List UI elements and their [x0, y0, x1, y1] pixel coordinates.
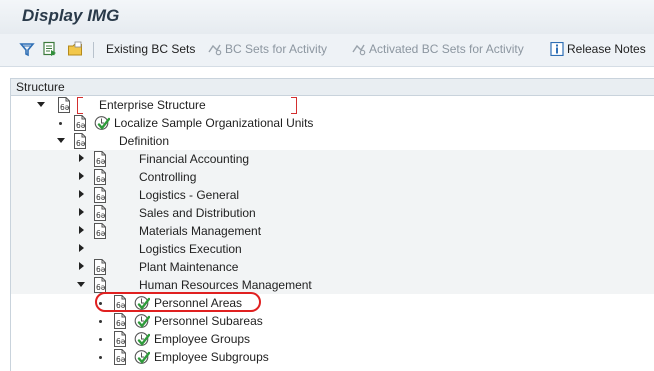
expand-node-icon[interactable]: [77, 154, 85, 162]
focus-bracket-left: [77, 97, 83, 114]
tree-node[interactable]: 6ə Plant Maintenance: [11, 258, 654, 276]
tree-node[interactable]: 6ə Localize Sample Organizational Units: [11, 114, 654, 132]
tree-node-label: Localize Sample Organizational Units: [114, 116, 314, 130]
leaf-bullet: [59, 122, 62, 125]
release-notes-label: Release Notes: [567, 42, 646, 56]
collapse-node-icon[interactable]: [37, 100, 45, 108]
documentation-icon[interactable]: 6ə: [73, 115, 87, 131]
svg-text:6ə: 6ə: [96, 193, 106, 202]
svg-text:6ə: 6ə: [96, 211, 106, 220]
svg-text:6ə: 6ə: [116, 355, 126, 364]
svg-text:6ə: 6ə: [76, 139, 86, 148]
expand-node-icon[interactable]: [77, 244, 85, 252]
tree-node-label: Plant Maintenance: [139, 260, 239, 274]
svg-text:6ə: 6ə: [96, 157, 106, 166]
documentation-icon[interactable]: 6ə: [93, 205, 107, 221]
svg-text:6ə: 6ə: [96, 175, 106, 184]
tree-node[interactable]: 6ə Employee Subgroups: [11, 348, 654, 366]
tree-node-label: Sales and Distribution: [139, 206, 256, 220]
tree-node-label: Enterprise Structure: [99, 98, 206, 112]
documentation-icon[interactable]: 6ə: [93, 187, 107, 203]
info-icon: [550, 42, 564, 56]
folder-icon[interactable]: [67, 41, 83, 57]
svg-text:6ə: 6ə: [76, 121, 86, 130]
structure-header: Structure: [11, 79, 654, 96]
execute-clock-check-icon[interactable]: [134, 349, 150, 365]
focus-bracket-right: [291, 97, 297, 114]
tree-node-label: Employee Groups: [154, 332, 251, 346]
tree-node-label: Materials Management: [139, 224, 262, 238]
bc-set-icon: [208, 44, 222, 56]
expand-node-icon[interactable]: [77, 262, 85, 270]
leaf-bullet: [99, 338, 102, 341]
activated-bc-sets-for-activity-label: Activated BC Sets for Activity: [369, 42, 524, 56]
leaf-bullet: [99, 356, 102, 359]
expand-node-icon[interactable]: [77, 190, 85, 198]
existing-bc-sets-label: Existing BC Sets: [106, 42, 196, 56]
tree-node[interactable]: 6ə Personnel Subareas: [11, 312, 654, 330]
documentation-icon[interactable]: 6ə: [57, 97, 71, 113]
tree-node[interactable]: 6ə Sales and Distribution: [11, 204, 654, 222]
execute-clock-check-icon[interactable]: [94, 115, 110, 131]
tree-node[interactable]: 6ə Controlling: [11, 168, 654, 186]
window-title: Display IMG: [22, 6, 120, 25]
tree-node-label: Personnel Subareas: [154, 314, 263, 328]
bc-sets-for-activity-label: BC Sets for Activity: [225, 42, 328, 56]
highlight-ring: [95, 292, 261, 312]
documentation-icon[interactable]: 6ə: [93, 277, 107, 293]
tree-node[interactable]: 6ə Financial Accounting: [11, 150, 654, 168]
toolbar-separator: [93, 42, 94, 58]
execute-clock-check-icon[interactable]: [134, 331, 150, 347]
expand-node-icon[interactable]: [77, 208, 85, 216]
tree-node[interactable]: 6ə Employee Groups: [11, 330, 654, 348]
svg-text:6ə: 6ə: [60, 103, 70, 112]
expand-node-icon[interactable]: [77, 172, 85, 180]
application-toolbar: Existing BC Sets BC Sets for Activity Ac…: [0, 34, 654, 67]
title-bar: Display IMG: [0, 0, 654, 34]
documentation-icon[interactable]: 6ə: [93, 151, 107, 167]
svg-text:6ə: 6ə: [96, 283, 106, 292]
leaf-bullet: [99, 320, 102, 323]
activated-bc-sets-for-activity-button[interactable]: Activated BC Sets for Activity: [351, 42, 524, 56]
tree-node[interactable]: 6ə Materials Management: [11, 222, 654, 240]
svg-text:6ə: 6ə: [96, 265, 106, 274]
structure-tree-panel: Structure 6ə Enterprise Structure 6ə Locali…: [10, 78, 654, 371]
documentation-icon[interactable]: 6ə: [93, 169, 107, 185]
tree-node-label: Controlling: [139, 170, 197, 184]
bc-sets-for-activity-button[interactable]: BC Sets for Activity: [207, 42, 327, 56]
tree-node[interactable]: 6ə Enterprise Structure: [11, 96, 654, 114]
tree-node-label: Human Resources Management: [139, 278, 312, 292]
expand-node-icon[interactable]: [77, 226, 85, 234]
svg-text:6ə: 6ə: [116, 337, 126, 346]
tree-node[interactable]: 6ə Definition: [11, 132, 654, 150]
activated-bc-set-icon: [352, 44, 366, 56]
documentation-icon[interactable]: 6ə: [113, 349, 127, 365]
filter-icon[interactable]: [19, 41, 35, 57]
tree-node[interactable]: Logistics Execution: [11, 240, 654, 258]
tree-node[interactable]: 6ə Logistics - General: [11, 186, 654, 204]
documentation-icon[interactable]: 6ə: [93, 259, 107, 275]
tree-node-label: Logistics Execution: [139, 242, 242, 256]
documentation-icon[interactable]: 6ə: [93, 223, 107, 239]
release-notes-button[interactable]: Release Notes: [549, 42, 646, 56]
execute-clock-check-icon[interactable]: [134, 313, 150, 329]
svg-text:6ə: 6ə: [116, 319, 126, 328]
documentation-icon[interactable]: 6ə: [73, 133, 87, 149]
svg-text:6ə: 6ə: [96, 229, 106, 238]
tree-node-label: Financial Accounting: [139, 152, 250, 166]
collapse-node-icon[interactable]: [77, 280, 85, 288]
tree-node-label: Definition: [119, 134, 170, 148]
tree-node-label: Logistics - General: [139, 188, 240, 202]
structure-header-label: Structure: [16, 80, 65, 94]
tree-node-label: Employee Subgroups: [154, 350, 269, 364]
existing-bc-sets-button[interactable]: Existing BC Sets: [106, 42, 195, 56]
collapse-node-icon[interactable]: [57, 136, 65, 144]
documentation-icon[interactable]: 6ə: [113, 313, 127, 329]
where-used-icon[interactable]: [42, 41, 58, 57]
documentation-icon[interactable]: 6ə: [113, 331, 127, 347]
